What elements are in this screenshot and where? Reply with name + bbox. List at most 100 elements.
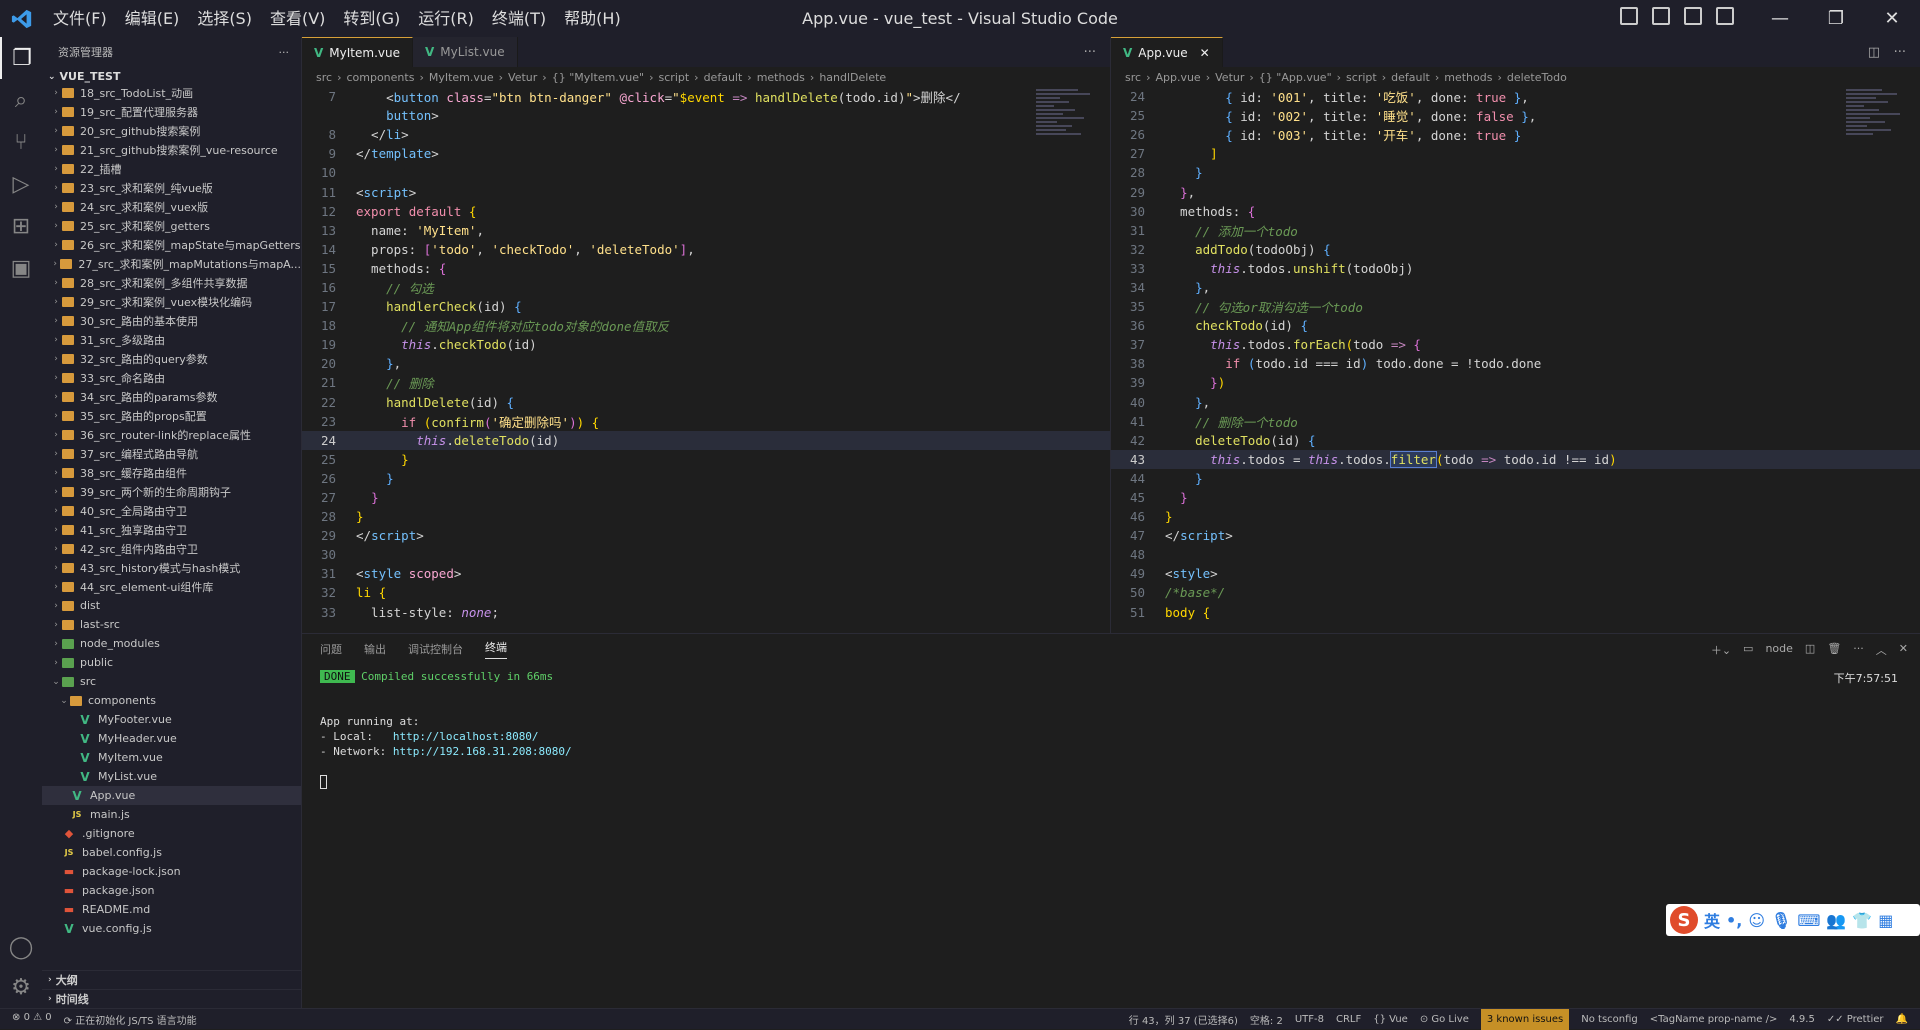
breadcrumb-item[interactable]: Vetur	[1215, 71, 1244, 84]
breadcrumb-item[interactable]: Vetur	[508, 71, 537, 84]
code-line[interactable]: 25 }	[302, 450, 1110, 469]
tab-mylist-vue[interactable]: V MyList.vue	[412, 37, 518, 67]
code-line[interactable]: 25 { id: '002', title: '睡觉', done: false…	[1111, 106, 1920, 125]
microphone-icon[interactable]: 🎙	[1771, 911, 1791, 930]
breadcrumb-item[interactable]: handlDelete	[819, 71, 886, 84]
tree-item[interactable]: › 28_src_求和案例_多组件共享数据	[42, 273, 301, 292]
tree-item[interactable]: ▬ README.md	[42, 900, 301, 919]
code-line[interactable]: 13 name: 'MyItem',	[302, 221, 1110, 240]
code-line[interactable]: 31 // 添加一个todo	[1111, 221, 1920, 240]
code-line[interactable]: 16 // 勾选	[302, 278, 1110, 297]
code-line[interactable]: 30	[302, 545, 1110, 564]
menu-item-2[interactable]: 选择(S)	[188, 0, 261, 37]
menu-item-7[interactable]: 帮助(H)	[555, 0, 630, 37]
code-line[interactable]: 45 }	[1111, 488, 1920, 507]
timeline-section[interactable]: › 时间线	[42, 989, 301, 1008]
extensions-icon[interactable]: ⊞	[0, 205, 42, 247]
code-editor-left[interactable]: 7 <button class="btn btn-danger" @click=…	[302, 87, 1110, 633]
prettier-status[interactable]: ✓✓ Prettier	[1827, 1014, 1884, 1025]
tree-item[interactable]: › 21_src_github搜索案例_vue-resource	[42, 140, 301, 159]
language-mode[interactable]: {} Vue	[1373, 1014, 1408, 1025]
code-line[interactable]: 46}	[1111, 507, 1920, 526]
more-actions-icon[interactable]: ···	[279, 46, 290, 59]
tree-item[interactable]: › dist	[42, 596, 301, 615]
keyboard-icon[interactable]: ⌨	[1797, 911, 1820, 930]
tree-item[interactable]: ▬ package-lock.json	[42, 862, 301, 881]
maximize-panel-icon[interactable]: ︿	[1876, 642, 1887, 658]
code-line[interactable]: 30 methods: {	[1111, 202, 1920, 221]
breadcrumb-item[interactable]: default	[1391, 71, 1430, 84]
tree-item[interactable]: V MyFooter.vue	[42, 710, 301, 729]
punctuation-icon[interactable]: •,	[1726, 911, 1742, 930]
code-line[interactable]: 7 <button class="btn btn-danger" @click=…	[302, 87, 1110, 106]
code-line[interactable]: 38 if (todo.id === id) todo.done = !todo…	[1111, 354, 1920, 373]
breadcrumb-item[interactable]: components	[346, 71, 414, 84]
tree-item[interactable]: › 34_src_路由的params参数	[42, 387, 301, 406]
code-line[interactable]: 40 },	[1111, 393, 1920, 412]
tree-item[interactable]: › 38_src_缓存路由组件	[42, 463, 301, 482]
explorer-icon[interactable]: ❐	[0, 37, 42, 79]
tree-item[interactable]: › 19_src_配置代理服务器	[42, 102, 301, 121]
menu-item-0[interactable]: 文件(F)	[44, 0, 116, 37]
code-line[interactable]: 43 this.todos = this.todos.filter(todo =…	[1111, 449, 1920, 469]
minimap-left[interactable]	[1036, 87, 1096, 247]
tree-item[interactable]: › 33_src_命名路由	[42, 368, 301, 387]
settings-gear-icon[interactable]: ⚙	[0, 966, 42, 1008]
code-line[interactable]: 44 }	[1111, 469, 1920, 488]
tree-item[interactable]: V MyItem.vue	[42, 748, 301, 767]
breadcrumb-item[interactable]: default	[704, 71, 743, 84]
menu-item-4[interactable]: 转到(G)	[334, 0, 409, 37]
ts-version[interactable]: 4.9.5	[1789, 1014, 1814, 1025]
tree-item[interactable]: › 36_src_router-link的replace属性	[42, 425, 301, 444]
tree-item[interactable]: › 39_src_两个新的生命周期钩子	[42, 482, 301, 501]
toggle-panel-icon[interactable]	[1652, 7, 1670, 25]
go-live-button[interactable]: ⊙ Go Live	[1420, 1014, 1469, 1025]
code-line[interactable]: 20 },	[302, 354, 1110, 373]
code-line[interactable]: 29 </script>	[302, 526, 1110, 545]
local-url[interactable]: http://localhost:8080/	[393, 730, 539, 743]
terminal-output[interactable]: DONE Compiled successfully in 66ms App r…	[320, 670, 572, 790]
tree-item[interactable]: ⌄ components	[42, 691, 301, 710]
tree-item[interactable]: › 22_插槽	[42, 159, 301, 178]
tree-item[interactable]: ◆ .gitignore	[42, 824, 301, 843]
tree-item[interactable]: ⌄ src	[42, 672, 301, 691]
close-icon[interactable]: ✕	[1864, 0, 1920, 37]
code-line[interactable]: button>	[302, 106, 1110, 125]
code-line[interactable]: 12 export default {	[302, 202, 1110, 221]
breadcrumb-item[interactable]: MyItem.vue	[429, 71, 494, 84]
tab-output[interactable]: 输出	[364, 641, 386, 657]
tab-terminal[interactable]: 终端	[485, 639, 507, 659]
code-line[interactable]: 48	[1111, 545, 1920, 564]
breadcrumb-item[interactable]: methods	[1444, 71, 1492, 84]
tree-item[interactable]: › 27_src_求和案例_mapMutations与mapA...	[42, 254, 301, 273]
run-debug-icon[interactable]: ▷	[0, 163, 42, 205]
code-line[interactable]: 32 addTodo(todoObj) {	[1111, 240, 1920, 259]
code-line[interactable]: 14 props: ['todo', 'checkTodo', 'deleteT…	[302, 240, 1110, 259]
restore-icon[interactable]: ❐	[1808, 0, 1864, 37]
breadcrumb-item[interactable]: script	[1346, 71, 1377, 84]
code-line[interactable]: 11 <script>	[302, 182, 1110, 201]
ime-language[interactable]: 英	[1704, 908, 1720, 932]
code-line[interactable]: 10	[302, 163, 1110, 182]
tab-problems[interactable]: 问题	[320, 641, 342, 657]
breadcrumb-item[interactable]: methods	[757, 71, 805, 84]
code-line[interactable]: 47 </script>	[1111, 526, 1920, 545]
tree-item[interactable]: › 41_src_独享路由守卫	[42, 520, 301, 539]
code-line[interactable]: 8 </li>	[302, 125, 1110, 144]
tree-item[interactable]: JS babel.config.js	[42, 843, 301, 862]
sogou-logo-icon[interactable]: S	[1670, 906, 1698, 934]
code-line[interactable]: 28}	[302, 507, 1110, 526]
code-line[interactable]: 33 this.todos.unshift(todoObj)	[1111, 259, 1920, 278]
code-line[interactable]: 15 methods: {	[302, 259, 1110, 278]
code-line[interactable]: 35 // 勾选or取消勾选一个todo	[1111, 297, 1920, 316]
code-line[interactable]: 18 // 通知App组件将对应todo对象的done值取反	[302, 316, 1110, 335]
code-line[interactable]: 41 // 删除一个todo	[1111, 412, 1920, 431]
tree-item[interactable]: › 24_src_求和案例_vuex版	[42, 197, 301, 216]
tree-item[interactable]: › 31_src_多级路由	[42, 330, 301, 349]
code-line[interactable]: 36 checkTodo(id) {	[1111, 316, 1920, 335]
tree-item[interactable]: › 25_src_求和案例_getters	[42, 216, 301, 235]
code-line[interactable]: 37 this.todos.forEach(todo => {	[1111, 335, 1920, 354]
tab-app-vue[interactable]: V App.vue ✕	[1111, 37, 1223, 67]
breadcrumb-item[interactable]: {} "MyItem.vue"	[552, 71, 644, 84]
tab-debug-console[interactable]: 调试控制台	[408, 641, 463, 657]
